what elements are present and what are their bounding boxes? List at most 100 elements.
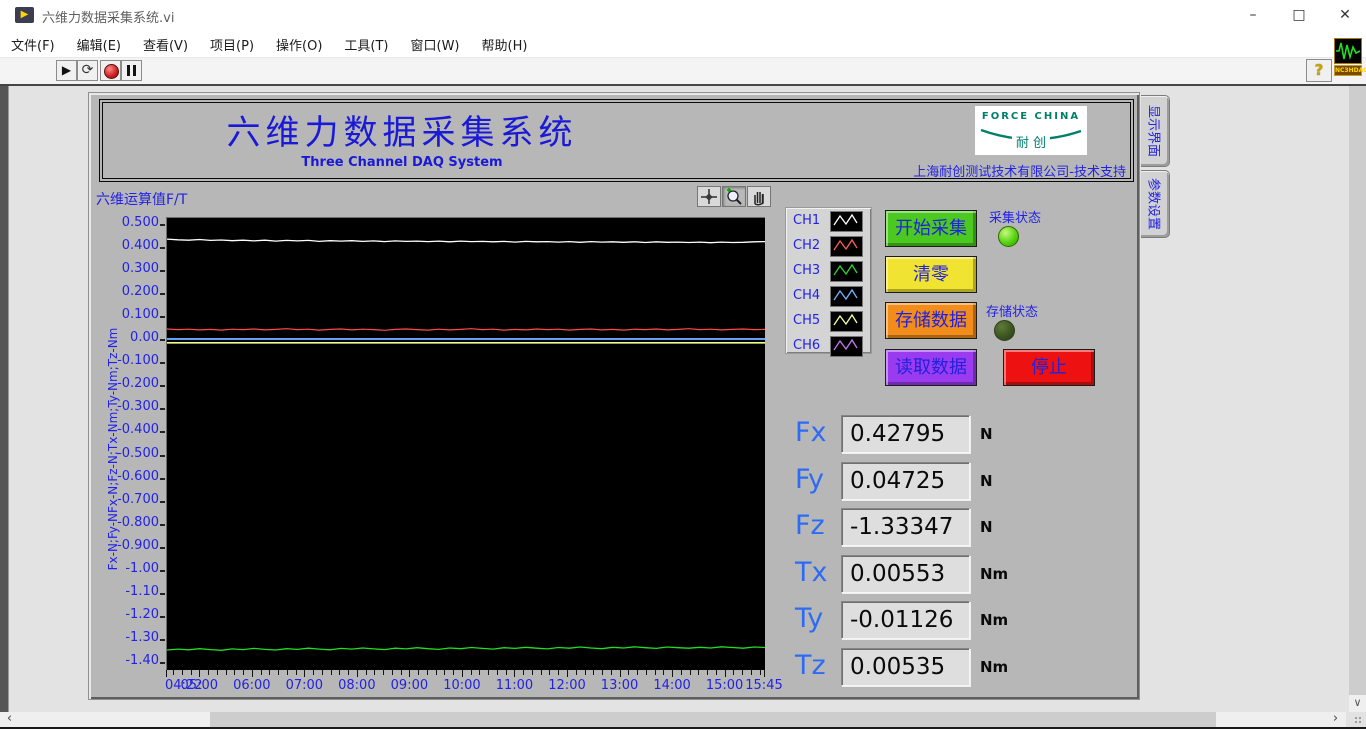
y-tick-label: -0.300 [117,399,159,415]
x-minor-tick [628,670,630,675]
menu-item-0[interactable]: 文件(F) [0,30,66,59]
x-major-tick [166,670,167,677]
close-button[interactable]: ✕ [1328,0,1362,30]
scroll-right-button[interactable]: › [1326,712,1345,727]
readout-value-fx[interactable]: 0.42795 [841,415,970,453]
y-tick-label: -0.500 [117,445,159,461]
clear-zero-button[interactable]: 清零 [885,256,977,293]
vertical-scrollbar[interactable]: ∨ [1349,86,1366,712]
x-minor-tick [339,670,341,675]
trace-ch2 [166,328,766,331]
vi-icon-badge[interactable]: NC3HDAQ [1334,38,1366,80]
logo-subtext: 耐 创 [1011,132,1051,151]
tab-display-interface[interactable]: 显示界面 [1141,95,1170,167]
y-tick-label: 0.100 [121,307,159,323]
x-tick-label: 09:00 [390,678,429,693]
run-icon: ▶ [61,63,72,77]
x-minor-tick [234,670,236,675]
y-tick-mark [160,362,165,365]
cursor-tool-button[interactable] [697,186,721,207]
x-minor-tick [593,670,595,675]
minimize-button[interactable]: – [1236,0,1270,30]
x-major-tick [409,670,411,677]
legend-item-ch5[interactable]: CH5 [786,309,871,333]
x-minor-tick [321,670,323,675]
maximize-button[interactable]: □ [1282,0,1316,30]
horizontal-scrollbar-thumb[interactable] [210,712,1216,727]
x-major-tick [461,670,463,677]
continuous-run-button[interactable]: ⟳ [77,60,98,81]
legend-item-ch4[interactable]: CH4 [786,284,871,308]
menu-item-3[interactable]: 项目(P) [199,30,265,59]
y-tick-label: -0.600 [117,468,159,484]
help-button[interactable]: ? [1306,59,1332,82]
menu-item-5[interactable]: 工具(T) [333,30,399,59]
legend-label: CH3 [793,263,821,278]
y-tick-mark [160,615,165,618]
scroll-down-button[interactable]: ∨ [1349,695,1366,712]
x-minor-tick [453,670,455,675]
menu-item-1[interactable]: 编辑(E) [66,30,132,59]
legend-item-ch2[interactable]: CH2 [786,234,871,258]
menu-item-7[interactable]: 帮助(H) [471,30,539,59]
y-tick-label: -1.20 [125,606,159,622]
readout-value-tx[interactable]: 0.00553 [841,555,970,593]
y-tick-label: -0.900 [117,537,159,553]
x-minor-tick [426,670,428,675]
x-tick-label: 05:00 [180,678,218,693]
pan-tool-button[interactable] [747,186,771,207]
legend-item-ch3[interactable]: CH3 [786,259,871,283]
x-minor-tick [365,670,367,675]
vertical-scrollbar-thumb[interactable] [1349,86,1366,695]
read-data-button[interactable]: 读取数据 [885,349,977,386]
legend-item-ch1[interactable]: CH1 [786,209,871,233]
zoom-tool-button[interactable] [722,186,746,207]
y-tick-mark [160,270,165,273]
readout-unit: Nm [980,658,1009,676]
x-minor-tick [295,670,297,675]
readout-unit: Nm [980,565,1009,583]
readout-value-ty[interactable]: -0.01126 [841,601,970,639]
y-tick-mark [160,477,165,480]
legend-swatch-icon [830,286,863,307]
pause-button[interactable] [121,60,142,81]
x-minor-tick [575,670,577,675]
x-minor-tick [286,670,288,675]
readout-value-tz[interactable]: 0.00535 [841,648,970,686]
readout-value-fz[interactable]: -1.33347 [841,508,970,546]
y-tick-mark [160,546,165,549]
menu-item-6[interactable]: 窗口(W) [400,30,471,59]
legend-item-ch6[interactable]: CH6 [786,334,871,358]
x-minor-tick [733,670,735,675]
start-acquire-button[interactable]: 开始采集 [885,210,977,247]
abort-button[interactable] [100,60,121,81]
waveform-chart[interactable] [166,217,766,670]
x-major-tick [672,670,674,677]
x-tick-label: 12:00 [548,678,586,693]
legend-label: CH5 [793,313,821,328]
legend-swatch-icon [830,336,863,357]
x-minor-tick [654,670,656,675]
horizontal-scrollbar[interactable]: ‹ › [0,712,1366,727]
x-minor-tick [479,670,481,675]
resize-corner[interactable] [1346,712,1366,727]
resize-grip-icon [1354,716,1363,725]
stop-button[interactable]: 停止 [1003,349,1095,386]
x-minor-tick [523,670,525,675]
tab-parameter-settings[interactable]: 参数设置 [1141,170,1170,238]
x-major-tick [514,670,516,677]
readout-value-fy[interactable]: 0.04725 [841,462,970,500]
pause-icon [127,65,130,76]
x-tick-label: 07:00 [285,678,324,693]
readout-unit: N [980,518,993,536]
store-data-button[interactable]: 存储数据 [885,302,977,339]
crosshair-icon [701,189,717,204]
x-minor-tick [742,670,744,675]
menu-item-4[interactable]: 操作(O) [265,30,333,59]
x-minor-tick [645,670,647,675]
x-minor-tick [505,670,507,675]
plot-legend[interactable]: CH1 CH2 CH3 CH4 CH5 CH6 [785,207,872,357]
run-button[interactable]: ▶ [56,60,77,81]
menu-item-2[interactable]: 查看(V) [132,30,199,59]
scroll-left-button[interactable]: ‹ [0,712,19,727]
